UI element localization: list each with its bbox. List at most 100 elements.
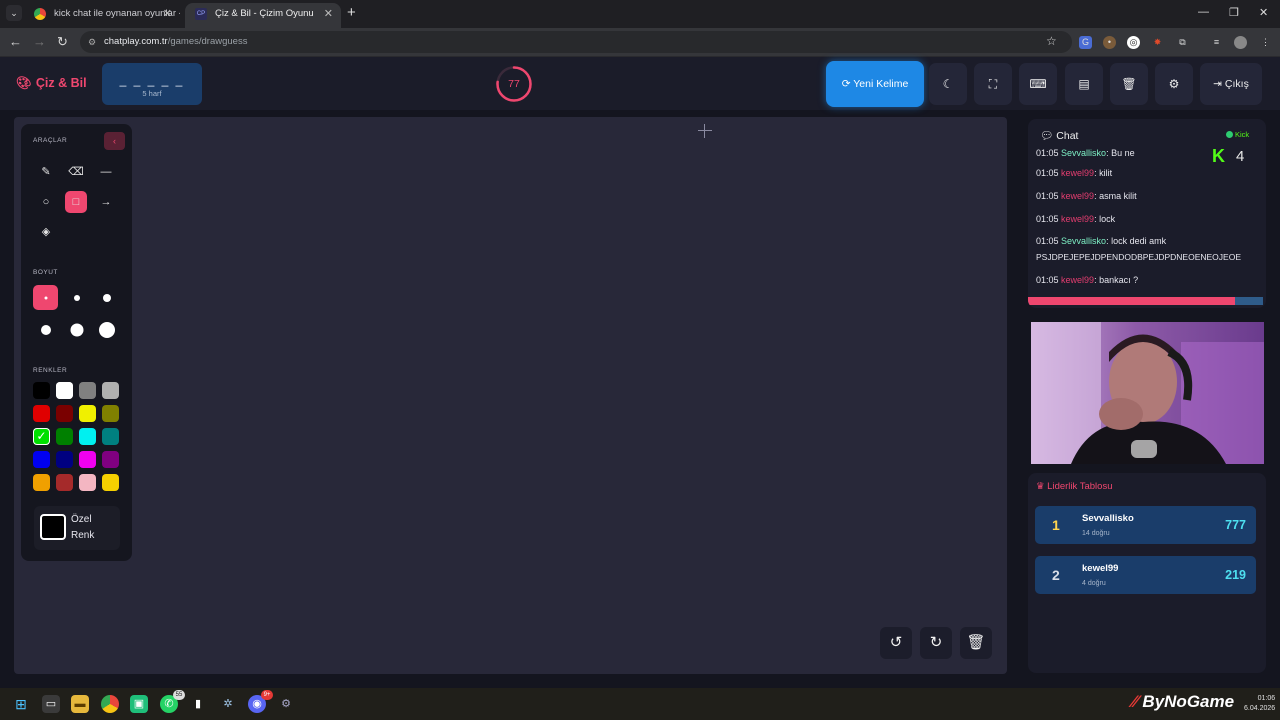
reading-list-icon[interactable]: ≡: [1210, 36, 1223, 49]
extension-icon[interactable]: •: [1103, 36, 1116, 49]
size-option-1[interactable]: [33, 285, 58, 310]
windows-taskbar: ⊞ ▭ ▬ ▣ ✆ 55 ▮ ✲ ◉ 9+ ⚙ ⁄⁄ ByNoGame 01:06 …: [0, 688, 1280, 720]
line-icon: —: [100, 166, 112, 178]
size-option-3[interactable]: [94, 285, 119, 310]
tab-search-icon[interactable]: ⌄: [6, 5, 22, 21]
restore-icon[interactable]: ❐: [1229, 6, 1239, 19]
player-correct-count: 4 doğru: [1082, 580, 1106, 587]
file-explorer-icon[interactable]: ▬: [71, 695, 89, 713]
network-app-icon[interactable]: ✲: [219, 695, 237, 713]
minimize-icon[interactable]: —: [1198, 6, 1209, 18]
color-swatch[interactable]: [79, 451, 96, 468]
size-option-4[interactable]: [33, 317, 58, 342]
color-swatch[interactable]: [56, 382, 73, 399]
app-icon[interactable]: ▣: [130, 695, 148, 713]
size-option-5[interactable]: [64, 317, 89, 342]
color-swatch[interactable]: [56, 474, 73, 491]
archive-button[interactable]: ▤: [1065, 63, 1103, 105]
drawing-canvas[interactable]: [14, 117, 1007, 674]
new-tab-icon[interactable]: +: [347, 4, 356, 21]
exit-button[interactable]: ⇥ Çıkış: [1200, 63, 1262, 105]
fill-tool[interactable]: ◈: [35, 221, 57, 243]
player-correct-count: 14 doğru: [1082, 530, 1110, 537]
app-header: 🎨︎ Çiz & Bil _ _ _ _ _ 5 harf 77 ⟳ Yeni K…: [0, 57, 1280, 110]
rectangle-tool[interactable]: □: [65, 191, 87, 213]
size-option-6[interactable]: [94, 317, 119, 342]
browser-tab-2[interactable]: CP Çiz & Bil - Çizim Oyunu ✕: [185, 3, 341, 28]
back-icon[interactable]: ←: [9, 34, 22, 49]
color-swatch[interactable]: [79, 474, 96, 491]
chat-message: 01:05 kewel99: lock: [1036, 212, 1115, 227]
player-name: Sevvallisko: [1082, 513, 1134, 524]
color-swatch[interactable]: [102, 428, 119, 445]
tab-close-icon[interactable]: ✕: [324, 3, 333, 25]
expand-icon: ⛶: [988, 77, 998, 91]
clear-button[interactable]: 🗑︎: [1110, 63, 1148, 105]
whatsapp-icon[interactable]: ✆ 55: [160, 690, 185, 713]
extensions-puzzle-icon[interactable]: ⧉: [1176, 36, 1189, 49]
message-time: 01:05: [1036, 275, 1059, 285]
color-swatch[interactable]: [56, 428, 73, 445]
undo-button[interactable]: ↺: [880, 627, 912, 659]
arrow-tool[interactable]: →: [95, 191, 117, 213]
discord-icon[interactable]: ◉ 9+: [248, 690, 273, 713]
settings-button[interactable]: ⚙: [1155, 63, 1193, 105]
site-info-icon[interactable]: ⚙: [88, 31, 96, 53]
color-swatch[interactable]: [33, 405, 50, 422]
color-swatch[interactable]: [102, 382, 119, 399]
circle-tool[interactable]: ○: [35, 191, 57, 213]
collapse-panel-button[interactable]: ‹: [104, 132, 125, 150]
color-swatch[interactable]: [33, 451, 50, 468]
round-timer: 77: [495, 65, 533, 103]
exit-label: Çıkış: [1224, 78, 1249, 90]
url-field[interactable]: ⚙ chatplay.com.tr/games/drawguess: [80, 31, 1072, 53]
message-text: : lock: [1094, 214, 1116, 224]
dark-mode-button[interactable]: ☾: [929, 63, 967, 105]
system-clock[interactable]: 01:06 6.04.2026: [1244, 694, 1275, 714]
window-close-icon[interactable]: ✕: [1259, 6, 1268, 19]
tab-close-icon[interactable]: ✕: [163, 3, 172, 25]
clear-canvas-button[interactable]: 🗑︎: [960, 627, 992, 659]
forward-icon[interactable]: →: [33, 34, 46, 49]
message-text: : lock dedi amk: [1106, 236, 1167, 246]
reload-icon[interactable]: ↻: [57, 34, 68, 50]
redo-button[interactable]: ↻: [920, 627, 952, 659]
extension-icon[interactable]: ◎: [1127, 36, 1140, 49]
settings-app-icon[interactable]: ⚙: [277, 695, 295, 713]
browser-tab-1[interactable]: kick chat ile oynanan oyunlar - ✕: [24, 3, 180, 28]
task-view-icon[interactable]: ▭: [42, 695, 60, 713]
chat-message: 01:05 kewel99: kilit: [1036, 166, 1112, 181]
app-brand[interactable]: 🎨︎ Çiz & Bil: [16, 76, 87, 91]
custom-color-button[interactable]: Özel Renk: [34, 506, 120, 550]
chrome-icon[interactable]: [101, 695, 119, 713]
windows-start-icon[interactable]: ⊞: [12, 695, 30, 713]
message-text: : kilit: [1094, 168, 1113, 178]
fullscreen-button[interactable]: ⛶: [974, 63, 1012, 105]
color-swatch[interactable]: [33, 474, 50, 491]
translate-extension-icon[interactable]: G: [1079, 36, 1092, 49]
color-swatch[interactable]: [102, 405, 119, 422]
color-swatch[interactable]: [79, 405, 96, 422]
archive-icon: ▤: [1078, 77, 1090, 91]
color-swatch[interactable]: [79, 428, 96, 445]
color-swatch[interactable]: [102, 474, 119, 491]
keyboard-button[interactable]: ⌨: [1019, 63, 1057, 105]
browser-menu-icon[interactable]: ⋮: [1259, 36, 1272, 49]
size-option-2[interactable]: [64, 285, 89, 310]
custom-color-label: Özel Renk: [71, 514, 95, 541]
new-word-button[interactable]: ⟳ Yeni Kelime: [826, 61, 924, 107]
color-swatch[interactable]: [102, 451, 119, 468]
audio-app-icon[interactable]: ▮: [189, 695, 207, 713]
bookmark-star-icon[interactable]: ☆: [1046, 34, 1057, 48]
color-swatch[interactable]: [56, 451, 73, 468]
color-swatch[interactable]: [79, 382, 96, 399]
line-tool[interactable]: —: [95, 161, 117, 183]
profile-avatar-icon[interactable]: [1234, 36, 1247, 49]
color-swatch[interactable]: ✓: [33, 428, 50, 445]
eraser-tool[interactable]: ⌫: [65, 161, 87, 183]
color-swatch[interactable]: [33, 382, 50, 399]
color-swatch[interactable]: [56, 405, 73, 422]
extension-icon[interactable]: ✸: [1151, 36, 1164, 49]
message-time: 01:05: [1036, 148, 1059, 156]
brush-tool[interactable]: ✎: [35, 161, 57, 183]
